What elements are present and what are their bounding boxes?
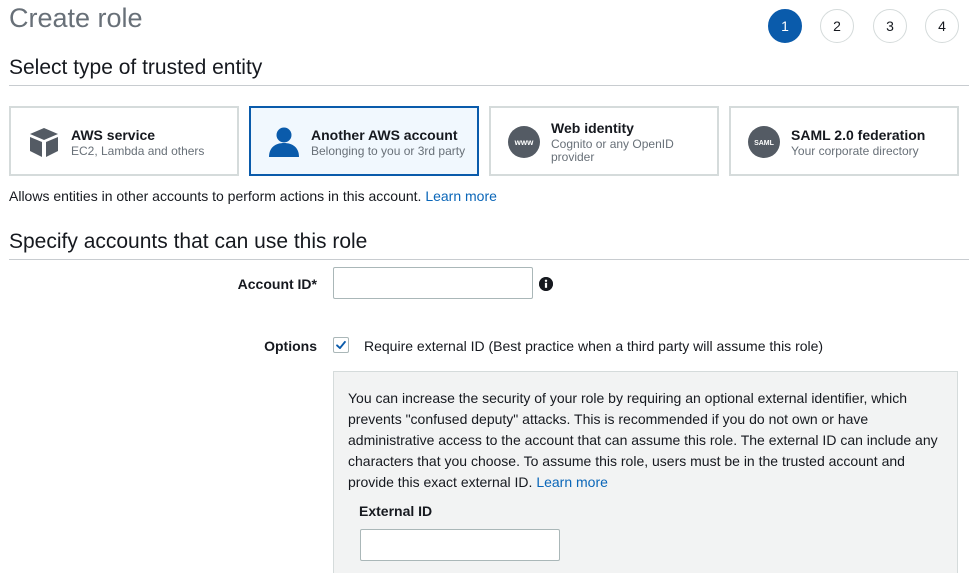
external-id-label: External ID: [359, 503, 433, 519]
learn-more-link[interactable]: Learn more: [425, 188, 497, 204]
divider: [9, 85, 969, 86]
cube-icon: [30, 128, 58, 157]
create-role-page: Create role 1 2 3 4 Select type of trust…: [0, 0, 973, 573]
card-title: Another AWS account: [311, 127, 458, 143]
external-id-input[interactable]: [360, 529, 560, 561]
svg-text:www: www: [514, 138, 534, 147]
card-subtitle: EC2, Lambda and others: [71, 144, 205, 158]
card-title: Web identity: [551, 120, 634, 136]
step-2[interactable]: 2: [820, 9, 854, 43]
panel-learn-more-link[interactable]: Learn more: [536, 474, 608, 490]
account-id-label: Account ID*: [237, 276, 317, 292]
card-title: SAML 2.0 federation: [791, 127, 926, 143]
page-title: Create role: [9, 3, 143, 33]
trusted-entity-heading: Select type of trusted entity: [9, 56, 263, 79]
step-3[interactable]: 3: [873, 9, 907, 43]
card-subtitle: Cognito or any OpenID provider: [551, 137, 674, 164]
card-saml-federation[interactable]: SAML SAML 2.0 federation Your corporate …: [729, 106, 959, 176]
require-external-id-label: Require external ID (Best practice when …: [364, 338, 824, 354]
info-icon[interactable]: [539, 277, 553, 291]
external-id-panel: You can increase the security of your ro…: [333, 371, 958, 573]
accounts-heading: Specify accounts that can use this role: [9, 230, 368, 253]
www-icon: www: [508, 126, 540, 158]
card-subtitle: Belonging to you or 3rd party: [311, 144, 466, 158]
card-another-aws-account[interactable]: Another AWS account Belonging to you or …: [249, 106, 479, 176]
panel-description: You can increase the security of your ro…: [348, 388, 948, 493]
card-subtitle: Your corporate directory: [791, 144, 919, 158]
saml-icon: SAML: [748, 126, 780, 158]
require-external-id-checkbox[interactable]: [333, 337, 349, 353]
card-title: AWS service: [71, 127, 156, 143]
user-icon: [269, 127, 299, 157]
divider: [9, 259, 969, 260]
card-aws-service[interactable]: AWS service EC2, Lambda and others: [9, 106, 239, 176]
account-id-input[interactable]: [333, 267, 533, 299]
panel-text: You can increase the security of your ro…: [348, 390, 938, 490]
step-4[interactable]: 4: [925, 9, 959, 43]
step-1[interactable]: 1: [768, 9, 802, 43]
description-text: Allows entities in other accounts to per…: [9, 188, 422, 204]
svg-text:SAML: SAML: [754, 140, 775, 147]
card-web-identity[interactable]: www Web identity Cognito or any OpenID p…: [489, 106, 719, 176]
options-label: Options: [264, 338, 317, 354]
trusted-entity-description: Allows entities in other accounts to per…: [9, 188, 497, 204]
